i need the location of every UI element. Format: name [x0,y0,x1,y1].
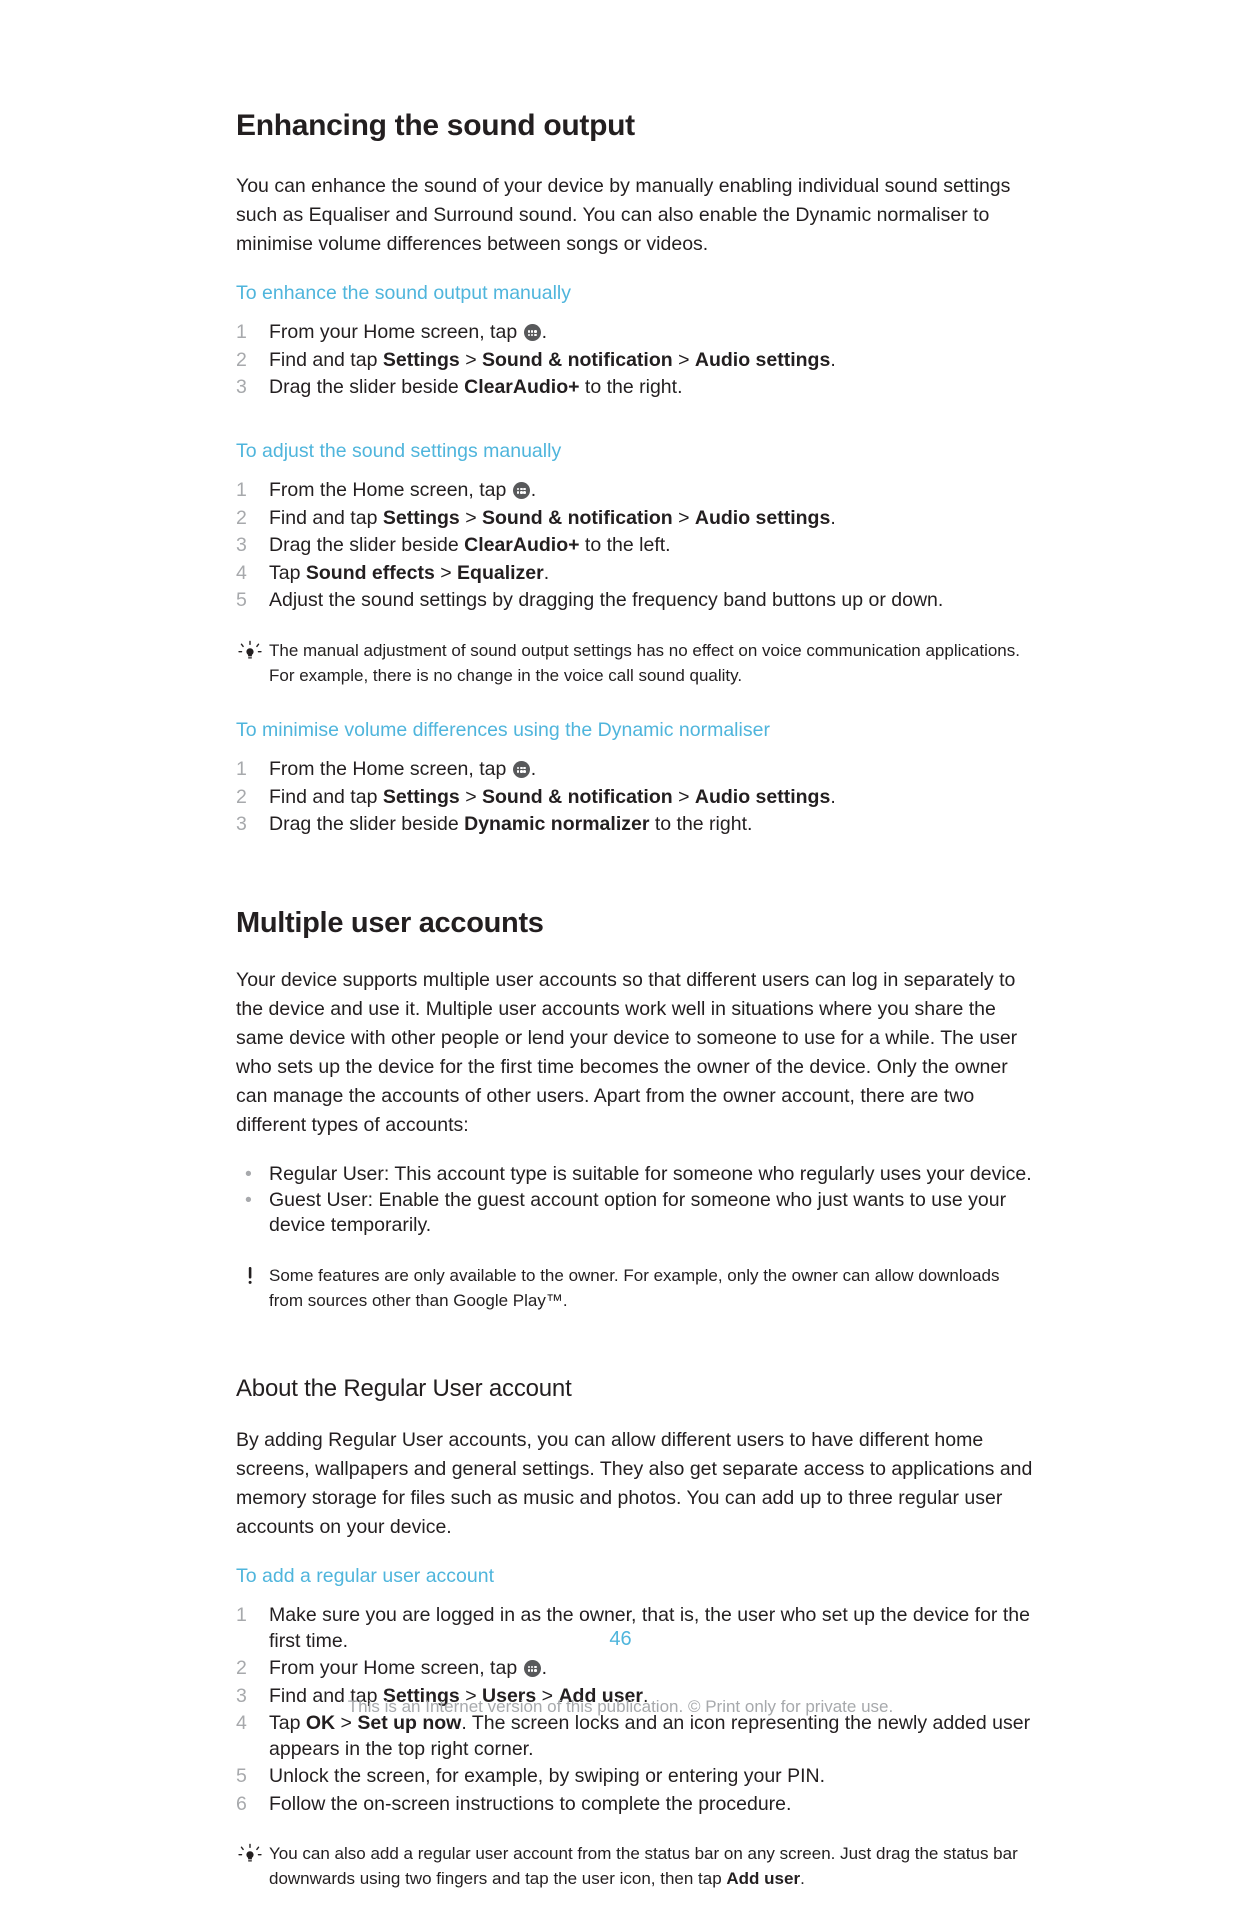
procedure-title-enhance-sound-manually: To enhance the sound output manually [236,282,571,304]
step-item: 6 Follow the on-screen instructions to co… [236,1792,1036,1818]
step-item: 1 From your Home screen, tap . [236,320,1036,346]
emphasis-text: Add user [726,1869,801,1889]
app-drawer-icon [512,482,530,500]
warning-note-owner-features: Some features are only available to the … [236,1263,1036,1313]
emphasis-text: Settings [382,348,460,371]
emphasis-text: Settings [382,506,460,529]
step-text: Tap Sound effects > Equalizer. [269,561,550,584]
step-number: 2 [236,348,247,371]
emphasis-text: Audio settings [694,348,831,371]
step-text: Find and tap Settings > Sound & notifica… [269,785,836,808]
step-number: 1 [236,479,247,502]
emphasis-text: Sound effects [305,561,435,584]
step-list-dynamic-normaliser: 1 From the Home screen, tap . 2 Find and ta… [236,757,1036,838]
step-number: 1 [236,1604,247,1627]
step-number: 5 [236,1765,247,1788]
step-item: 2 Find and tap Settings > Sound & notific… [236,785,1036,811]
step-item: 1 From the Home screen, tap . [236,757,1036,783]
step-text: Find and tap Settings > Sound & notifica… [269,348,836,371]
step-text: From your Home screen, tap . [269,1657,548,1680]
intro-paragraph-about-regular-user: By adding Regular User accounts, you can… [236,1428,1033,1538]
step-text: Drag the slider beside ClearAudio+ to th… [269,534,671,557]
step-item: 2 Find and tap Settings > Sound & notific… [236,506,1036,532]
step-number: 3 [236,376,247,399]
step-number: 6 [236,1792,247,1815]
step-text: From the Home screen, tap . [269,479,537,502]
emphasis-text: Dynamic normalizer [464,813,650,836]
step-number: 3 [236,534,247,557]
chapter-title-multiple-user-accounts: Multiple user accounts [236,906,544,939]
step-item: 5 Adjust the sound settings by dragging t… [236,588,1036,614]
chapter-title-enhancing-sound-output: Enhancing the sound output [236,109,635,142]
warning-exclamation-icon [238,1265,262,1291]
bullet-item: • Regular User: This account type is suit… [236,1162,1036,1188]
step-number: 2 [236,1657,247,1680]
bullet-text: Regular User: This account type is suita… [269,1163,1032,1186]
step-item: 3 Drag the slider beside Dynamic normaliz… [236,812,1036,838]
procedure-title-adjust-sound-settings: To adjust the sound settings manually [236,439,562,462]
step-text: Follow the on-screen instructions to com… [269,1792,792,1815]
step-text: Drag the slider beside ClearAudio+ to th… [269,376,683,399]
account-type-bullet-list: • Regular User: This account type is suit… [236,1162,1036,1239]
step-number: 5 [236,589,247,612]
app-drawer-icon [523,324,541,342]
tip-note-manual-adjustment: The manual adjustment of sound output se… [236,638,1036,688]
procedure-title-add-regular-user-account: To add a regular user account [236,1564,494,1587]
subsection-title-about-regular-user-account: About the Regular User account [236,1374,572,1402]
tip-note-text: You can also add a regular user account … [269,1844,1018,1889]
tip-lightbulb-icon [238,1843,262,1869]
step-number: 2 [236,506,247,529]
step-text: From the Home screen, tap . [269,758,537,781]
step-text: Find and tap Settings > Sound & notifica… [269,506,836,529]
step-number: 2 [236,785,247,808]
step-item: 1 From the Home screen, tap . [236,478,1036,504]
step-text: Unlock the screen, for example, by swipi… [269,1765,826,1788]
emphasis-text: Sound & notification [482,348,673,371]
step-item: 5 Unlock the screen, for example, by swip… [236,1764,1036,1790]
intro-paragraph-enhancing-sound: You can enhance the sound of your device… [236,175,1011,255]
step-list-adjust-sound-settings: 1 From the Home screen, tap . 2 Find and ta… [236,478,1036,614]
tip-lightbulb-icon [238,640,262,666]
emphasis-text: Sound & notification [482,506,673,529]
warning-note-text: Some features are only available to the … [269,1265,1000,1310]
copyright-notice: This is an Internet version of this publ… [347,1697,894,1716]
bullet-text: Guest User: Enable the guest account opt… [269,1188,1007,1237]
tip-note-add-user-from-status-bar: You can also add a regular user account … [236,1841,1036,1891]
emphasis-text: Audio settings [694,785,831,808]
step-text: Adjust the sound settings by dragging th… [269,589,944,612]
emphasis-text: Settings [382,785,460,808]
emphasis-text: Sound & notification [482,785,673,808]
intro-paragraph-multiple-user-accounts: Your device supports multiple user accou… [236,969,1018,1137]
procedure-title-dynamic-normaliser: To minimise volume differences using the… [236,718,770,741]
emphasis-text: ClearAudio+ [464,534,580,557]
step-item: 2 From your Home screen, tap . [236,1656,1036,1682]
step-number: 3 [236,813,247,836]
bullet-marker: • [245,1188,252,1211]
step-text: From your Home screen, tap . [269,321,548,344]
step-item: 4 Tap Sound effects > Equalizer. [236,561,1036,587]
step-item: 2 Find and tap Settings > Sound & notific… [236,348,1036,374]
app-drawer-icon [512,761,530,779]
step-list-enhance-sound-manually: 1 From your Home screen, tap . 2 Find and t… [236,320,1036,401]
emphasis-text: Audio settings [694,506,831,529]
step-number: 1 [236,321,247,344]
step-text: Drag the slider beside Dynamic normalize… [269,813,753,836]
emphasis-text: ClearAudio+ [464,376,580,399]
step-number: 1 [236,758,247,781]
bullet-marker: • [245,1163,252,1186]
page-number: 46 [609,1628,632,1650]
bullet-item: • Guest User: Enable the guest account op… [236,1188,1036,1239]
step-item: 4 Tap OK > Set up now. The screen locks a… [236,1711,1036,1762]
step-text: Tap OK > Set up now. The screen locks an… [269,1712,1031,1760]
step-number: 4 [236,561,247,584]
document-page: Enhancing the sound output You can enhan… [0,0,1241,1888]
step-item: 3 Drag the slider beside ClearAudio+ to t… [236,375,1036,401]
emphasis-text: Equalizer [457,561,544,584]
step-item: 3 Drag the slider beside ClearAudio+ to t… [236,533,1036,559]
tip-note-text: The manual adjustment of sound output se… [269,640,1020,685]
app-drawer-icon [523,1660,541,1678]
